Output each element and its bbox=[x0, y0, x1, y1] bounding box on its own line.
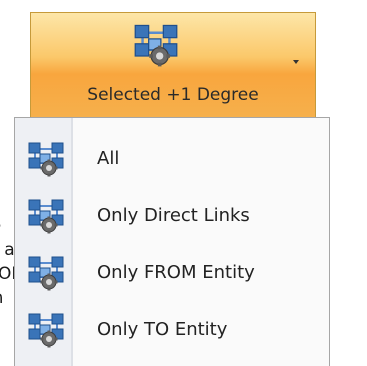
network-graph-icon bbox=[27, 312, 65, 348]
menu-item-only-to-entity[interactable]: Only TO Entity bbox=[15, 304, 329, 360]
menu-item-label: Only Direct Links bbox=[97, 205, 250, 226]
menu-item-label: All bbox=[97, 148, 120, 169]
menu-item-label: Only FROM Entity bbox=[97, 262, 255, 283]
chevron-down-icon[interactable] bbox=[293, 60, 299, 64]
button-label: Selected +1 Degree bbox=[87, 85, 259, 105]
network-graph-icon bbox=[27, 255, 65, 291]
menu-item-only-from-entity[interactable]: Only FROM Entity bbox=[15, 247, 329, 303]
selected-plus-one-degree-button[interactable]: Selected +1 Degree bbox=[30, 12, 316, 118]
network-graph-icon bbox=[131, 23, 181, 67]
menu-item-only-direct-links[interactable]: Only Direct Links bbox=[15, 190, 329, 246]
network-graph-icon bbox=[27, 141, 65, 177]
network-graph-icon bbox=[27, 198, 65, 234]
menu-item-label: Only TO Entity bbox=[97, 319, 228, 340]
degree-dropdown-menu: All Only Direct Links Only FROM Entity O… bbox=[14, 117, 330, 366]
menu-item-all[interactable]: All bbox=[15, 133, 329, 189]
